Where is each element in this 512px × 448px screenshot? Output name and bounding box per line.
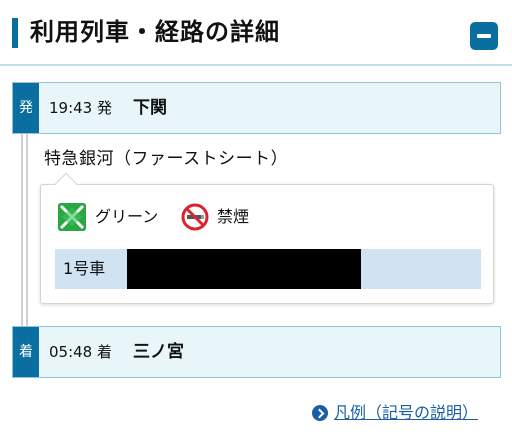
no-smoking-icon: [181, 203, 209, 231]
arrival-row: 着 05:48 着 三ノ宮: [12, 326, 501, 378]
arrival-station: 三ノ宮: [133, 342, 184, 362]
green-car-icon: [58, 203, 86, 231]
arrival-time: 05:48 着: [49, 343, 112, 361]
car-number: 1号車: [63, 259, 106, 278]
train-name: 特急銀河（ファーストシート）: [44, 149, 289, 169]
chevron-right-icon: [312, 405, 328, 421]
page-title: 利用列車・経路の詳細: [30, 18, 280, 46]
train-info-box: グリーン 禁煙 1号車: [40, 184, 494, 304]
departure-row: 発 19:43 発 下関: [12, 82, 501, 134]
redacted-block: [127, 249, 361, 289]
departure-station: 下関: [133, 98, 167, 118]
collapse-button[interactable]: [470, 22, 498, 50]
no-smoking-label: 禁煙: [217, 207, 250, 226]
arrival-tag: 着: [13, 327, 39, 377]
green-car-label: グリーン: [95, 207, 159, 226]
route-line: [21, 134, 28, 326]
departure-time: 19:43 発: [49, 99, 112, 117]
car-row: 1号車: [55, 249, 481, 289]
section-header: 利用列車・経路の詳細: [0, 0, 512, 66]
legend-link-label[interactable]: 凡例（記号の説明）: [334, 400, 478, 426]
departure-tag: 発: [13, 83, 39, 133]
title-accent-bar: [12, 18, 18, 48]
